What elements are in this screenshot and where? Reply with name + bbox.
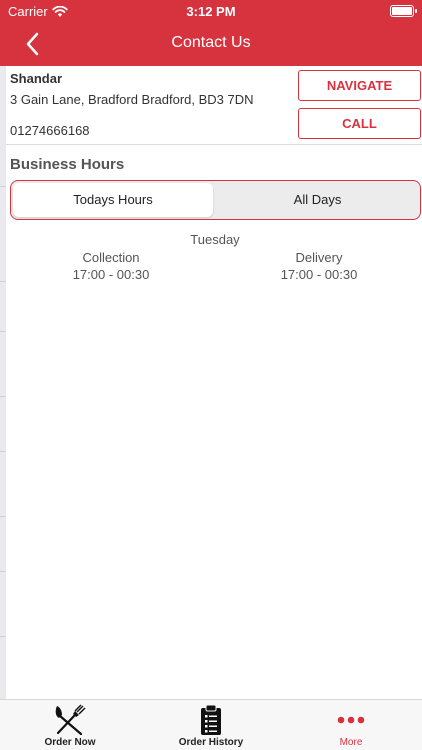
call-button[interactable]: CALL (298, 108, 421, 139)
delivery-label: Delivery (295, 250, 343, 265)
navigate-button[interactable]: NAVIGATE (298, 70, 421, 101)
status-time: 3:12 PM (186, 4, 236, 19)
tab-more[interactable]: More (281, 700, 421, 750)
restaurant-phone: 01274666168 (10, 123, 90, 138)
restaurant-address: 3 Gain Lane, Bradford Bradford, BD3 7DN (10, 92, 254, 107)
tab-label: Order Now (44, 737, 96, 748)
tab-label: More (339, 737, 363, 748)
tab-order-history[interactable]: Order History (141, 700, 281, 750)
background-list-edge (0, 66, 6, 700)
fork-knife-icon (55, 704, 86, 736)
clipboard-list-icon (201, 704, 221, 735)
header: Carrier 3:12 PM Contact Us (0, 0, 422, 66)
tab-all-days[interactable]: All Days (216, 183, 419, 217)
delivery-time: 17:00 - 00:30 (280, 267, 358, 282)
tab-order-now[interactable]: Order Now (0, 700, 140, 750)
business-hours-heading: Business Hours (10, 156, 125, 173)
collection-label: Collection (82, 250, 140, 265)
restaurant-info: Shandar 3 Gain Lane, Bradford Bradford, … (6, 66, 422, 145)
collection-time: 17:00 - 00:30 (72, 267, 150, 282)
day-label: Tuesday (190, 232, 240, 247)
status-bar: Carrier 3:12 PM (0, 0, 422, 22)
tab-label: Order History (178, 737, 244, 748)
battery-icon (390, 5, 417, 17)
hours-segmented-control: Todays Hours All Days (10, 180, 421, 220)
tab-todays-hours[interactable]: Todays Hours (13, 182, 213, 217)
restaurant-name: Shandar (10, 71, 63, 86)
more-dots-icon (337, 716, 365, 724)
collection-hours: Collection 17:00 - 00:30 (31, 249, 191, 283)
tab-bar: Order Now Order History More (0, 699, 422, 750)
delivery-hours: Delivery 17:00 - 00:30 (239, 249, 399, 283)
page-title: Contact Us (171, 34, 251, 51)
navigation-bar: Contact Us (0, 22, 422, 66)
